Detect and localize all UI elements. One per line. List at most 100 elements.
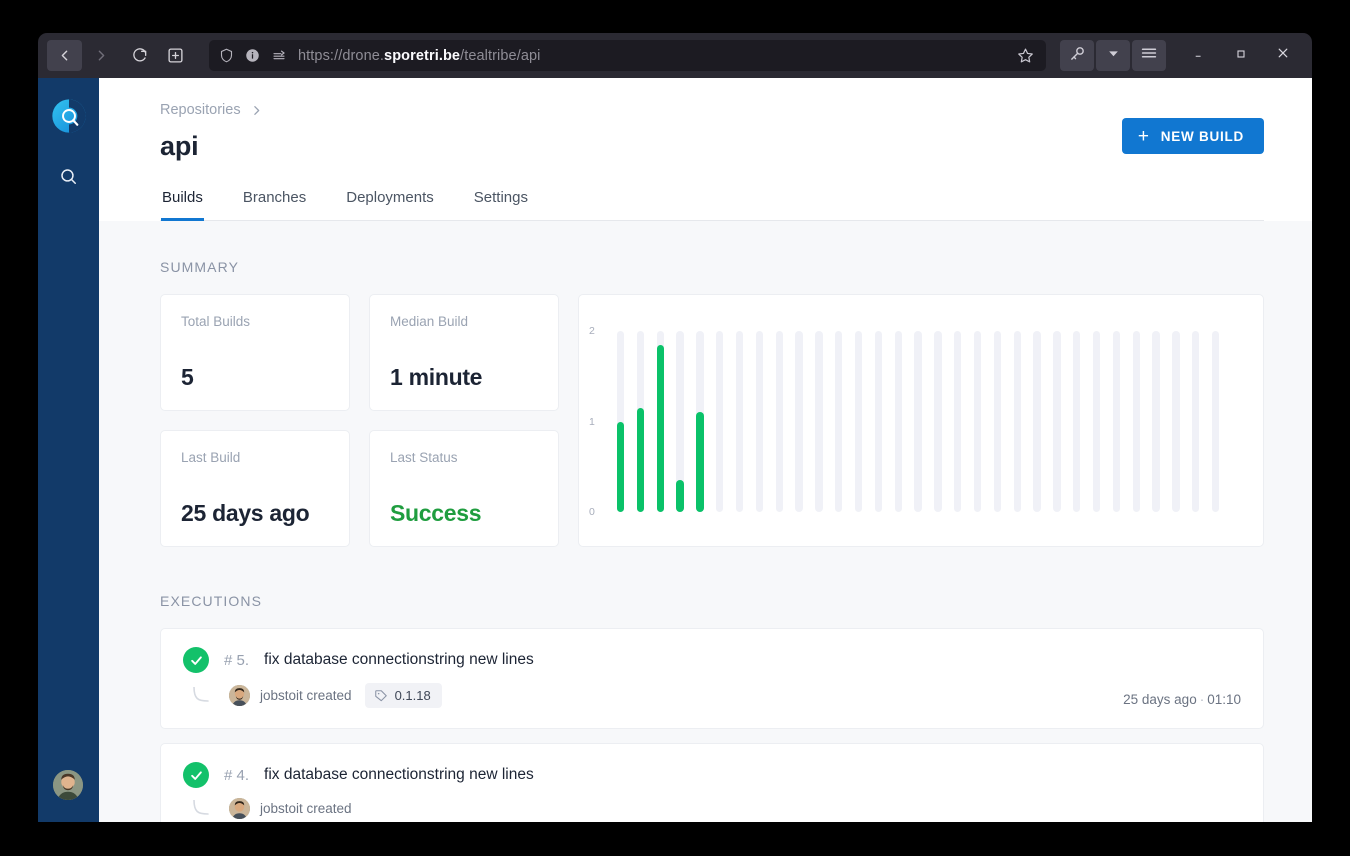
chart-bar-slot [736, 331, 743, 512]
new-tab-button[interactable] [158, 40, 193, 71]
chart-bar-slot [676, 331, 683, 512]
user-avatar[interactable] [53, 770, 83, 800]
execution-row[interactable]: # 5. fix database connectionstring new l… [160, 628, 1264, 729]
tab-branches[interactable]: Branches [242, 189, 307, 221]
chevron-right-icon [250, 104, 263, 117]
maximize-icon [1235, 47, 1247, 65]
url-text: https://drone.sporetri.be/tealtribe/api [298, 48, 1006, 64]
chart-bar-fill[interactable] [696, 412, 703, 512]
execution-row[interactable]: # 4. fix database connectionstring new l… [160, 743, 1264, 822]
plus-icon: + [1138, 127, 1150, 146]
branch-connector-line [192, 687, 222, 705]
account-button[interactable] [1096, 40, 1130, 71]
chart-plot-area: 012 [579, 295, 1263, 546]
check-circle-icon [183, 647, 209, 673]
branch-connector-line [192, 800, 222, 818]
execution-number: # 5. [224, 652, 249, 669]
chart-bar-slot [934, 331, 941, 512]
chart-bar-slot [637, 331, 644, 512]
maximize-button[interactable] [1221, 39, 1261, 73]
execution-title: fix database connectionstring new lines [264, 651, 534, 669]
chart-bar-slot [855, 331, 862, 512]
execution-time-ago: 25 days ago [1123, 692, 1197, 707]
stat-value: 5 [181, 364, 329, 391]
minimize-button[interactable] [1179, 39, 1219, 73]
chart-bar-fill[interactable] [657, 345, 664, 512]
execution-author: jobstoit created [260, 801, 352, 816]
page-header: Repositories api + NEW BUILD Builds [99, 78, 1312, 221]
close-icon [1276, 46, 1290, 65]
chart-bar-fill[interactable] [637, 408, 644, 512]
new-build-button[interactable]: + NEW BUILD [1122, 118, 1264, 154]
search-icon [59, 167, 78, 191]
stat-card-last-build: Last Build 25 days ago [160, 430, 350, 547]
execution-number: # 4. [224, 767, 249, 784]
chart-bar-slot [1093, 331, 1100, 512]
breadcrumb: Repositories [160, 102, 263, 118]
chart-bar-fill[interactable] [676, 480, 683, 512]
info-icon[interactable] [245, 48, 260, 63]
chart-bar-slot [1133, 331, 1140, 512]
breadcrumb-repositories-link[interactable]: Repositories [160, 102, 241, 118]
chart-bar-slot [696, 331, 703, 512]
stat-label: Last Build [181, 450, 329, 465]
stat-value: 25 days ago [181, 500, 329, 527]
page-title: api [160, 131, 263, 162]
meta-separator: · [1197, 692, 1208, 707]
tab-builds[interactable]: Builds [161, 189, 204, 221]
stat-label: Total Builds [181, 314, 329, 329]
back-button[interactable] [47, 40, 82, 71]
summary-section-label: SUMMARY [160, 259, 1264, 275]
chevron-down-icon [1107, 47, 1120, 65]
tab-settings[interactable]: Settings [473, 189, 529, 221]
app-menu-button[interactable] [1132, 40, 1166, 71]
stat-value: Success [390, 500, 538, 527]
address-bar[interactable]: https://drone.sporetri.be/tealtribe/api [209, 40, 1046, 71]
reload-icon [131, 48, 147, 64]
chart-bar-slot [954, 331, 961, 512]
stat-card-last-status: Last Status Success [369, 430, 559, 547]
new-build-label: NEW BUILD [1161, 129, 1244, 144]
stat-label: Median Build [390, 314, 538, 329]
close-button[interactable] [1263, 39, 1303, 73]
chart-bar-slot [716, 331, 723, 512]
chart-bar-slot [994, 331, 1001, 512]
new-tab-icon [167, 47, 184, 64]
chart-bar-slot [617, 331, 624, 512]
chart-bar-slot [1033, 331, 1040, 512]
chart-bar-slot [895, 331, 902, 512]
forward-button[interactable] [84, 40, 119, 71]
execution-tag: 0.1.18 [365, 683, 442, 708]
shield-icon[interactable] [219, 48, 234, 63]
chart-bar-slot [1152, 331, 1159, 512]
forward-arrow-icon [93, 47, 110, 64]
chart-bar-slot [1073, 331, 1080, 512]
stat-card-median-build: Median Build 1 minute [369, 294, 559, 411]
chart-bars [617, 331, 1219, 512]
chart-bar-slot [1014, 331, 1021, 512]
hamburger-menu-icon [1140, 44, 1158, 67]
summary-column-1: Total Builds 5 Last Build 25 days ago [160, 294, 350, 547]
password-manager-button[interactable] [1060, 40, 1094, 71]
tab-deployments[interactable]: Deployments [345, 189, 435, 221]
chart-bar-slot [875, 331, 882, 512]
chart-y-tick: 1 [589, 416, 595, 428]
drone-logo-icon[interactable] [49, 96, 89, 136]
reload-button[interactable] [121, 40, 156, 71]
reader-view-icon[interactable] [271, 48, 287, 63]
sidebar-search-button[interactable] [49, 164, 89, 194]
page-body: SUMMARY Total Builds 5 Last Build 25 day… [99, 221, 1312, 822]
page-viewport: Repositories api + NEW BUILD Builds [38, 78, 1312, 822]
app-sidebar [38, 78, 99, 822]
chart-bar-fill[interactable] [617, 422, 624, 513]
check-circle-icon [183, 762, 209, 788]
star-icon[interactable] [1017, 47, 1036, 64]
summary-grid: Total Builds 5 Last Build 25 days ago Me… [160, 294, 1264, 547]
chart-bar-slot [1212, 331, 1219, 512]
browser-window: https://drone.sporetri.be/tealtribe/api [38, 33, 1312, 822]
tag-icon [374, 689, 388, 703]
minimize-icon [1193, 47, 1206, 65]
chart-bar-slot [815, 331, 822, 512]
builds-history-chart: 012 [578, 294, 1264, 547]
executions-section: EXECUTIONS # 5. fix database connections… [160, 593, 1264, 822]
